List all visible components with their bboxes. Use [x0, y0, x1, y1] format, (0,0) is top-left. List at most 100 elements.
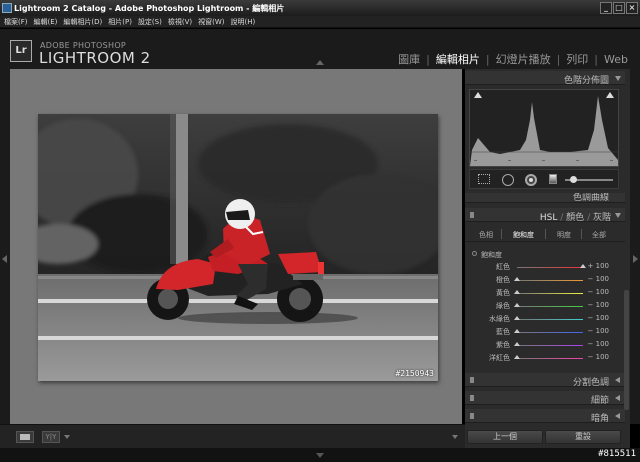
top-panel-toggle-icon[interactable] — [316, 60, 324, 65]
window-title: Lightroom 2 Catalog - Adobe Photoshop Li… — [14, 4, 285, 13]
adjustment-brush-icon[interactable] — [570, 176, 577, 183]
saturation-label: 黃色 — [496, 289, 510, 297]
module-print[interactable]: 列印 — [566, 51, 588, 67]
panel-switch-icon[interactable] — [470, 212, 474, 218]
saturation-label: 水綠色 — [489, 315, 510, 323]
title-bar: Lightroom 2 Catalog - Adobe Photoshop Li… — [0, 0, 640, 16]
slider-thumb[interactable] — [514, 329, 520, 333]
hsl-subtabs: 色相 飽和度 明度 全部 — [465, 226, 625, 242]
module-library[interactable]: 圖庫 — [398, 51, 420, 67]
module-picker: 圖庫 | 編輯相片 | 幻燈片播放 | 列印 | Web — [398, 51, 628, 67]
right-panel-strip — [630, 69, 640, 424]
close-button[interactable]: × — [626, 2, 638, 14]
panel-switch-icon[interactable] — [470, 377, 474, 383]
menu-develop[interactable]: 編輯相片(D) — [63, 17, 102, 27]
panel-switch-icon[interactable] — [470, 413, 474, 419]
menu-window[interactable]: 視窗(W) — [198, 17, 224, 27]
saturation-value: + 100 — [587, 262, 609, 270]
slider-thumb[interactable] — [514, 342, 520, 346]
menu-edit[interactable]: 編輯(E) — [34, 17, 58, 27]
detail-label: 細節 — [590, 396, 609, 406]
slider-thumb[interactable] — [580, 264, 586, 268]
target-adjust-icon[interactable] — [472, 251, 477, 256]
menu-settings[interactable]: 設定(S) — [138, 17, 162, 27]
collapse-icon — [615, 213, 621, 218]
loupe-view-button[interactable] — [16, 431, 34, 443]
slider-thumb[interactable] — [514, 290, 520, 294]
menu-bar: 檔案(F) 編輯(E) 編輯相片(D) 相片(P) 設定(S) 檢視(V) 視窗… — [0, 16, 640, 28]
module-slideshow[interactable]: 幻燈片播放 — [496, 51, 551, 67]
subtab-all[interactable]: 全部 — [592, 230, 606, 240]
detail-header[interactable]: 細節 — [465, 391, 625, 406]
vignette-header[interactable]: 暗角 — [465, 409, 625, 424]
panel-switch-icon[interactable] — [470, 395, 474, 401]
saturation-value: − 100 — [587, 288, 609, 296]
reset-button[interactable]: 重設 — [545, 430, 621, 444]
toolbar-menu-icon[interactable] — [452, 435, 458, 439]
saturation-slider[interactable] — [517, 293, 583, 294]
histogram — [469, 89, 619, 167]
saturation-row: 黃色 − 100 — [465, 287, 625, 299]
menu-view[interactable]: 檢視(V) — [168, 17, 192, 27]
saturation-slider[interactable] — [517, 306, 583, 307]
filmstrip-toggle-icon[interactable] — [316, 453, 324, 458]
saturation-row: 綠色 − 100 — [465, 300, 625, 312]
saturation-slider[interactable] — [517, 280, 583, 281]
saturation-row: 洋紅色 − 100 — [465, 352, 625, 364]
slider-thumb[interactable] — [514, 355, 520, 359]
saturation-value: − 100 — [587, 314, 609, 322]
histogram-label: 色階分佈圖 — [563, 76, 609, 86]
graduated-filter-icon[interactable] — [549, 174, 557, 184]
saturation-label: 洋紅色 — [489, 354, 510, 362]
saturation-slider[interactable] — [517, 267, 583, 268]
subtab-luminance[interactable]: 明度 — [557, 230, 571, 240]
menu-file[interactable]: 檔案(F) — [4, 17, 28, 27]
saturation-label: 橙色 — [496, 276, 510, 284]
split-toning-header[interactable]: 分割色調 — [465, 373, 625, 388]
tab-grayscale[interactable]: 灰階 — [593, 213, 611, 223]
saturation-slider[interactable] — [517, 332, 583, 333]
crop-icon[interactable] — [478, 174, 490, 184]
tab-hsl[interactable]: HSL — [540, 213, 558, 223]
red-eye-icon[interactable] — [525, 174, 537, 186]
saturation-row: 水綠色 − 100 — [465, 313, 625, 325]
module-web[interactable]: Web — [604, 53, 628, 66]
expand-icon — [615, 413, 620, 419]
develop-buttons: 上一個 重設 — [465, 428, 630, 446]
lightroom-logo: Lr — [10, 40, 32, 62]
slider-thumb[interactable] — [514, 303, 520, 307]
minimize-button[interactable]: _ — [600, 2, 612, 14]
module-develop[interactable]: 編輯相片 — [436, 51, 480, 67]
histogram-header[interactable]: 色階分佈圖 — [465, 71, 625, 86]
photo-watermark: #2150943 — [395, 369, 434, 378]
tab-color[interactable]: 顏色 — [566, 213, 584, 223]
saturation-slider[interactable] — [517, 319, 583, 320]
maximize-button[interactable]: □ — [613, 2, 625, 14]
left-panel-toggle-icon[interactable] — [2, 255, 7, 263]
saturation-label: 藍色 — [496, 328, 510, 336]
slider-thumb[interactable] — [514, 316, 520, 320]
menu-help[interactable]: 說明(H) — [231, 17, 256, 27]
previous-button[interactable]: 上一個 — [467, 430, 543, 444]
right-panel-scrollbar[interactable] — [624, 290, 629, 410]
saturation-row: 橙色 − 100 — [465, 274, 625, 286]
saturation-slider[interactable] — [517, 345, 583, 346]
right-panel-toggle-icon[interactable] — [633, 255, 638, 263]
compare-view-button[interactable]: Y|Y — [42, 431, 60, 443]
spot-removal-icon[interactable] — [502, 174, 514, 186]
menu-photo[interactable]: 相片(P) — [108, 17, 132, 27]
saturation-slider[interactable] — [517, 358, 583, 359]
saturation-title: 飽和度 — [481, 251, 502, 259]
filmstrip-collapsed: #815511 — [0, 448, 640, 462]
left-panel-collapsed — [0, 69, 10, 424]
subtab-hue[interactable]: 色相 — [479, 230, 493, 240]
slider-thumb[interactable] — [514, 277, 520, 281]
motorcycle-photo — [38, 114, 438, 381]
image-canvas: #2150943 — [10, 69, 462, 424]
split-toning-label: 分割色調 — [572, 378, 609, 388]
subtab-saturation[interactable]: 飽和度 — [513, 230, 534, 240]
tone-curve-header[interactable]: 色調曲線 — [465, 193, 625, 203]
view-dropdown-icon[interactable] — [64, 435, 70, 439]
window-controls: _ □ × — [600, 2, 638, 14]
hsl-header[interactable]: HSL / 顏色 / 灰階 — [465, 208, 625, 223]
